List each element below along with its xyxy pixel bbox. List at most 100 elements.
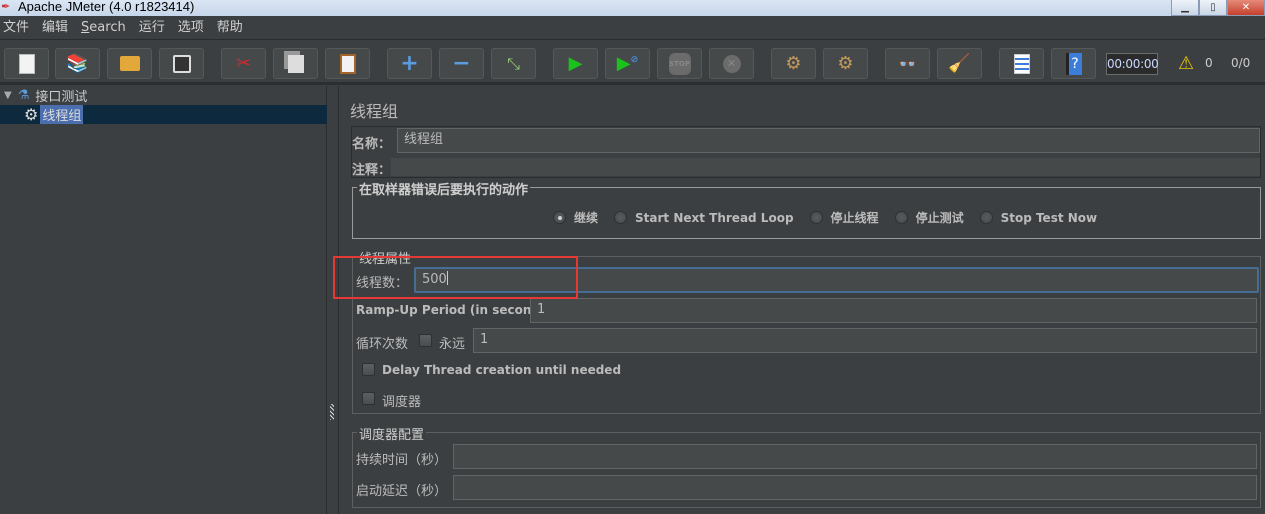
reset-search-button[interactable]: 🧹 (937, 48, 982, 79)
name-field[interactable]: 线程组 (397, 128, 1260, 153)
rampup-label: Ramp-Up Period (in seconds): (356, 303, 558, 317)
minimize-button[interactable]: ▁ (1171, 0, 1199, 16)
menu-search[interactable]: Search (81, 17, 126, 39)
tree-item-test-plan[interactable]: ▼ ⚗ 接口测试 (0, 86, 327, 105)
tree-item-label: 接口测试 (35, 90, 88, 105)
forever-checkbox[interactable] (419, 334, 432, 347)
save-button[interactable] (159, 48, 204, 79)
stop-icon: STOP (668, 52, 691, 75)
radio-stop-test[interactable] (894, 211, 908, 224)
open-folder-icon (119, 56, 140, 71)
scheduler-checkbox[interactable] (362, 392, 375, 405)
group-title: 调度器配置 (357, 424, 427, 443)
toggle-icon: ⤡ (507, 53, 520, 73)
loop-count-field[interactable]: 1 (473, 328, 1257, 353)
warning-count: 0 (1205, 56, 1213, 70)
comment-label: 注释： (352, 163, 392, 178)
thread-group-panel: 线程组 名称： 线程组 注释： 在取样器错误后要执行的动作 继续 Start N… (340, 86, 1265, 514)
startup-delay-field[interactable] (453, 475, 1257, 500)
duration-field[interactable] (453, 444, 1257, 469)
menu-run[interactable]: 运行 (139, 17, 165, 39)
radio-label: Stop Test Now (1000, 210, 1098, 225)
plus-icon: + (400, 51, 419, 76)
clear-button[interactable]: ⚙ (771, 48, 816, 79)
elapsed-timer: 00:00:00 (1106, 53, 1159, 75)
play-no-timers-icon: ▶⊘ (616, 53, 639, 74)
forever-label: 永远 (439, 337, 466, 352)
name-label: 名称： (352, 137, 392, 152)
cut-button[interactable]: ✂ (221, 48, 266, 79)
startup-delay-label: 启动延迟（秒） (356, 484, 448, 499)
help-button[interactable]: ? (1051, 48, 1096, 79)
menu-bar: 文件 编辑 Search 运行 选项 帮助 (0, 16, 1265, 40)
menu-file[interactable]: 文件 (3, 17, 29, 39)
binoculars-icon: 👓 (898, 54, 917, 73)
radio-stop-thread[interactable] (809, 211, 823, 224)
close-icon: ✕ (1241, 1, 1251, 13)
paste-icon (339, 53, 356, 74)
help-icon: ? (1065, 52, 1082, 75)
scheduler-config-group: 调度器配置 持续时间（秒） 启动延迟（秒） (352, 424, 1261, 508)
rampup-field[interactable]: 1 (530, 298, 1257, 323)
scissors-icon: ✂ (235, 53, 252, 74)
shutdown-button[interactable]: ✕ (709, 48, 754, 79)
menu-options[interactable]: 选项 (178, 17, 204, 39)
start-button[interactable]: ▶ (553, 48, 598, 79)
loop-count-label: 循环次数 (356, 337, 409, 352)
radio-label: 继续 (574, 211, 599, 225)
jmeter-feather-icon: ✒ (1, 0, 11, 13)
paste-button[interactable] (325, 48, 370, 79)
scheduler-label: 调度器 (382, 395, 422, 410)
radio-start-next-loop[interactable] (614, 211, 628, 224)
function-helper-button[interactable] (999, 48, 1044, 79)
radio-label: Start Next Thread Loop (635, 210, 794, 225)
toolbar: 📚 ✂ + − ⤡ ▶ ▶⊘ STOP ✕ ⚙ ⚙ 👓 🧹 ? 00:00:00… (0, 41, 1265, 85)
delay-thread-label: Delay Thread creation until needed (382, 363, 622, 377)
minimize-icon: ▁ (1181, 1, 1189, 13)
delay-thread-checkbox[interactable] (362, 363, 375, 376)
window-title: Apache JMeter (4.0 r1823414) (18, 0, 195, 14)
close-button[interactable]: ✕ (1227, 0, 1265, 16)
sampler-error-action-group: 在取样器错误后要执行的动作 继续 Start Next Thread Loop … (352, 179, 1261, 239)
menu-edit[interactable]: 编辑 (42, 17, 68, 39)
search-button[interactable]: 👓 (885, 48, 930, 79)
page-title: 线程组 (350, 102, 399, 121)
comment-field[interactable] (391, 158, 1260, 176)
test-plan-tree: ▼ ⚗ 接口测试 ⚙ 线程组 (0, 86, 327, 514)
save-icon (172, 54, 191, 73)
clear-icon: ⚙ (785, 53, 802, 74)
radio-continue[interactable] (553, 211, 566, 224)
maximize-icon: ▯ (1210, 1, 1216, 13)
radio-label: 停止测试 (915, 211, 964, 225)
clear-all-button[interactable]: ⚙ (823, 48, 868, 79)
name-comment-box: 名称： 线程组 注释： (351, 126, 1261, 178)
new-button[interactable] (4, 48, 49, 79)
radio-stop-test-now[interactable] (979, 211, 993, 224)
toggle-button[interactable]: ⤡ (491, 48, 536, 79)
menu-help[interactable]: 帮助 (217, 17, 243, 39)
flask-icon: ⚗ (17, 88, 30, 103)
start-no-pauses-button[interactable]: ▶⊘ (605, 48, 650, 79)
templates-button[interactable]: 📚 (55, 48, 100, 79)
expand-arrow-icon[interactable]: ▼ (4, 90, 12, 101)
split-pane-divider[interactable] (327, 86, 339, 514)
splitter-grip-icon[interactable] (330, 404, 334, 420)
expand-all-button[interactable]: + (387, 48, 432, 79)
copy-icon (287, 54, 304, 73)
shutdown-icon: ✕ (722, 54, 741, 73)
stop-button[interactable]: STOP (657, 48, 702, 79)
collapse-all-button[interactable]: − (439, 48, 484, 79)
open-button[interactable] (107, 48, 152, 79)
radio-label: 停止线程 (830, 211, 879, 225)
broom-icon: 🧹 (948, 53, 971, 74)
function-list-icon (1013, 53, 1030, 74)
active-thread-count: 0/0 (1231, 56, 1251, 70)
maximize-button[interactable]: ▯ (1199, 0, 1227, 16)
copy-button[interactable] (273, 48, 318, 79)
warning-icon[interactable]: ⚠ (1178, 53, 1194, 74)
tree-item-thread-group[interactable]: ⚙ 线程组 (0, 105, 327, 124)
gear-icon: ⚙ (24, 105, 39, 124)
templates-icon: 📚 (66, 53, 89, 74)
title-bar: ✒ Apache JMeter (4.0 r1823414) ▁ ▯ ✕ (0, 0, 1265, 16)
highlight-annotation (333, 256, 578, 299)
